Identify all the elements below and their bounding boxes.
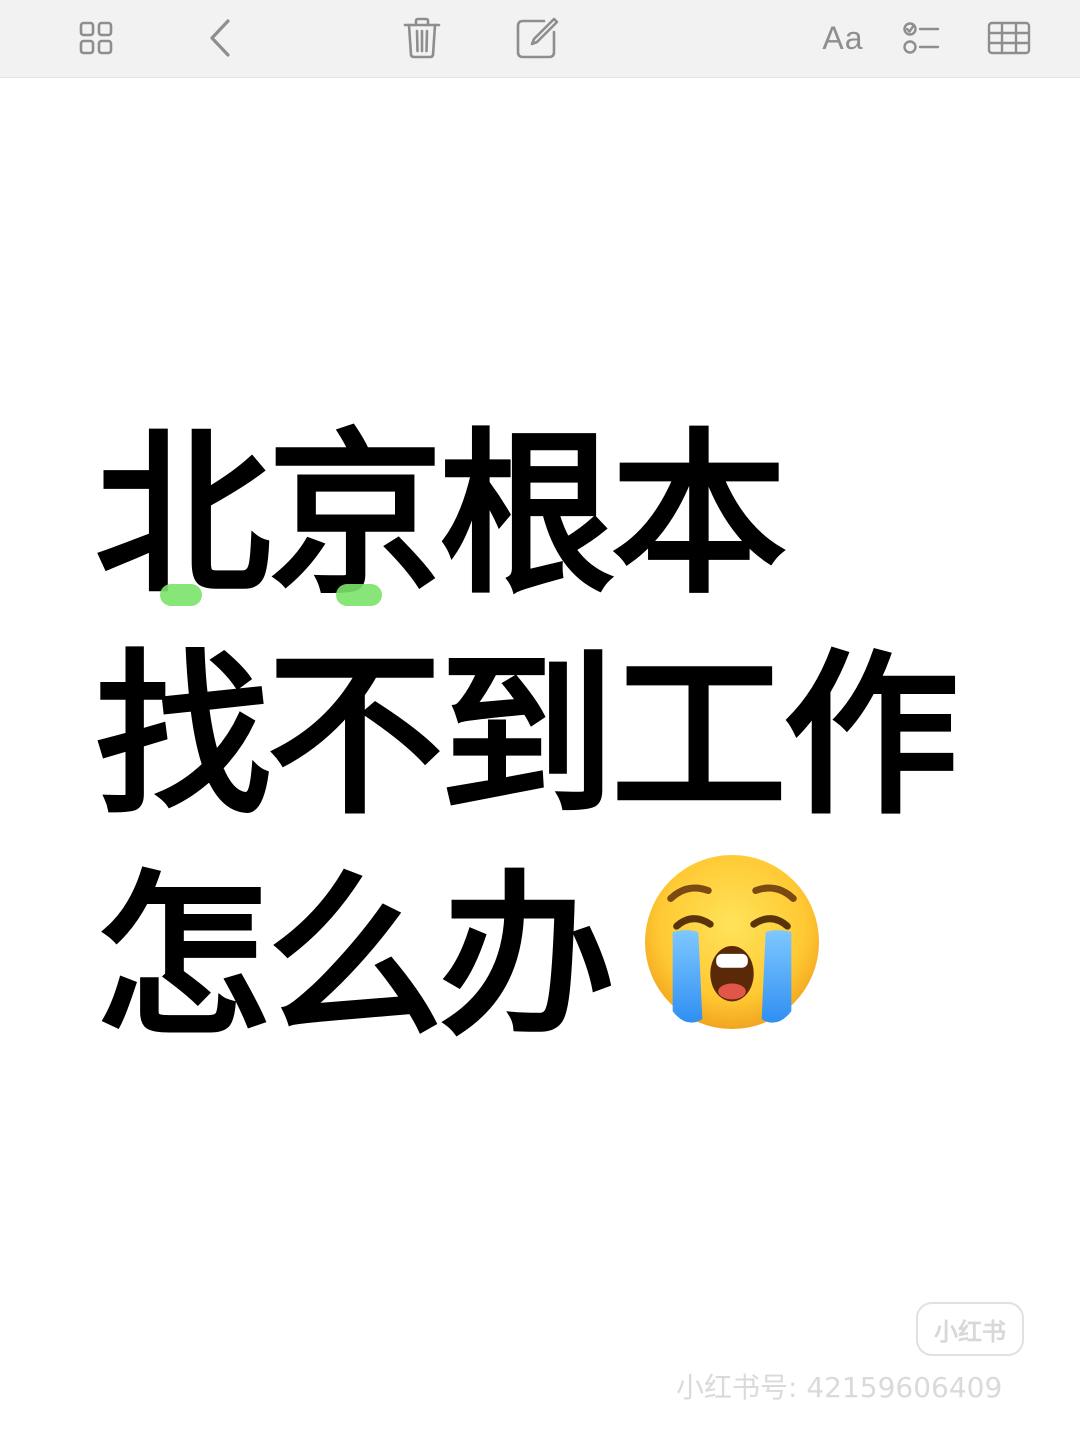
watermark-logo: 小红书 [916,1302,1024,1356]
back-button[interactable] [204,14,236,62]
note-line-1: 北京根本 [95,413,787,618]
highlight-mark [336,584,382,606]
delete-button[interactable] [400,14,444,62]
checklist-icon [903,22,940,54]
loudly-crying-face-icon [644,854,820,1030]
table-icon [987,21,1031,55]
trash-icon [403,17,441,59]
checklist-button[interactable] [902,14,942,62]
compose-button[interactable] [514,14,560,62]
note-body[interactable]: 北京根本 找不到工作 怎么办 [95,405,1055,1068]
table-button[interactable] [986,14,1032,62]
note-line-3: 怎么办 [95,855,615,1060]
notes-toolbar: Aa [0,0,1080,78]
watermark-id: 小红书号: 4215960640­9 [676,1371,1003,1404]
back-chevron-icon [210,19,230,57]
gallery-grid-icon [79,21,113,55]
highlight-mark [160,584,202,606]
format-button[interactable]: Aa [820,14,866,62]
compose-icon [516,17,559,59]
note-line-2: 找不到工作 [95,634,959,839]
gallery-grid-button[interactable] [76,14,116,62]
format-label: Aa [822,19,864,56]
